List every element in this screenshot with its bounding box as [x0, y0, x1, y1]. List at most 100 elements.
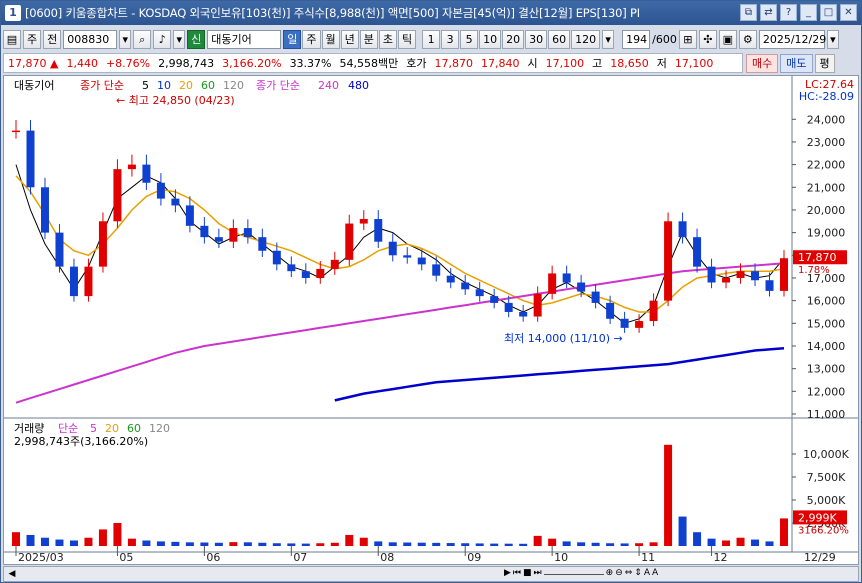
zoom-in-icon[interactable]: ⊕: [606, 568, 614, 578]
tab-interval-60[interactable]: 60: [548, 30, 571, 49]
minimize-icon[interactable]: _: [800, 4, 817, 21]
price-tick-label: 15,000: [807, 317, 846, 330]
flat-button[interactable]: 평: [814, 53, 835, 73]
scroll-right-icon[interactable]: ▶: [504, 568, 511, 578]
chart-icon[interactable]: ▤: [3, 30, 21, 49]
stock-chart[interactable]: 대동기어 종가 단순 5 10 20 60 120 종가 단순 240 480 LC:27.64HC…: [4, 76, 858, 564]
tab-interval-1[interactable]: 1: [422, 30, 441, 49]
legend-ma2-label: 종가 단순: [256, 79, 300, 92]
chevron-down-icon[interactable]: ▾: [602, 30, 615, 49]
low-annotation: 최저 14,000 (11/10) →: [504, 332, 623, 345]
tab-period-1[interactable]: 주: [302, 30, 321, 49]
volume-bar: [258, 542, 267, 546]
candle-body: [432, 264, 441, 276]
code-input[interactable]: 008830: [63, 30, 118, 49]
zoom-slider[interactable]: [543, 568, 604, 575]
scroll-left-icon[interactable]: ◀: [6, 568, 18, 580]
high-label: 고: [592, 57, 603, 70]
settings-grid-icon[interactable]: ⊞: [678, 30, 697, 49]
chart-area[interactable]: 대동기어 종가 단순 5 10 20 60 120 종가 단순 240 480 LC:27.64 HC…: [3, 75, 859, 565]
tab-period-4[interactable]: 분: [359, 30, 378, 49]
volume-bar: [127, 538, 136, 546]
tab-period-0[interactable]: 일: [283, 30, 302, 49]
period-unit-button[interactable]: 주: [23, 30, 42, 49]
open-price: 17,100: [545, 56, 585, 70]
credit-badge: 신: [187, 30, 206, 49]
tab-interval-30[interactable]: 30: [525, 30, 548, 49]
price-summary: 17,870 ▲ 1,440 +8.76% 2,998,743 3,166.20…: [3, 53, 743, 73]
last-icon[interactable]: ⏭: [534, 568, 542, 578]
question-icon[interactable]: ?: [780, 4, 797, 21]
speaker-icon[interactable]: ♪: [153, 30, 172, 49]
tab-period-2[interactable]: 월: [321, 30, 340, 49]
tab-interval-3[interactable]: 3: [441, 30, 460, 49]
prev-button[interactable]: 전: [43, 30, 62, 49]
volume-bar: [345, 534, 354, 546]
price-tick-label: 22,000: [807, 159, 846, 172]
candle-body: [316, 268, 325, 278]
crosshair-icon[interactable]: ✣: [698, 30, 717, 49]
scroll-controls: ▶ ⏮ ■ ⏭ ⊕ ⊖ ⇔ ⇕ A A: [504, 568, 658, 578]
tab-period-3[interactable]: 년: [340, 30, 359, 49]
ask-price-2: 17,840: [481, 56, 520, 70]
volume-bar: [707, 538, 716, 546]
link-icon[interactable]: ⇄: [760, 4, 777, 21]
chart-scrollbar[interactable]: ◀ ▶ ⏮ ■ ⏭ ⊕ ⊖ ⇔ ⇕ A A: [3, 566, 859, 582]
volume-bar: [214, 542, 223, 546]
tab-interval-5[interactable]: 5: [460, 30, 479, 49]
zoom-out-icon[interactable]: ⊖: [615, 568, 623, 578]
calendar-icon[interactable]: ▾: [826, 30, 839, 49]
expand-icon[interactable]: ⇕: [634, 568, 642, 578]
maximize-icon[interactable]: □: [820, 4, 837, 21]
legend-ma-20: 20: [179, 79, 193, 92]
tab-period-6[interactable]: 틱: [398, 30, 417, 49]
buy-button[interactable]: 매수: [746, 53, 779, 73]
chevron-down-icon[interactable]: ▾: [173, 30, 186, 49]
title-bar[interactable]: 1 [0600] 키움종합차트 - KOSDAQ 외국인보유[103(천)] 주…: [1, 1, 861, 25]
first-icon[interactable]: ⏮: [513, 568, 521, 578]
x-tick-label: 05: [119, 551, 133, 564]
volume-bar: [374, 541, 383, 546]
x-tick-label: 09: [467, 551, 481, 564]
volume-bar: [171, 541, 180, 546]
candle-body: [446, 275, 455, 283]
legend-ma-5: 5: [142, 79, 149, 92]
volume-tick-label: 10,000K: [803, 448, 849, 461]
stop-icon[interactable]: ■: [523, 568, 532, 578]
legend-ma-120: 120: [223, 79, 244, 92]
close-icon[interactable]: ✕: [840, 4, 857, 21]
date-input[interactable]: 2025/12/29: [758, 30, 826, 49]
volume-bar: [620, 543, 629, 546]
candle-body: [736, 271, 745, 278]
candle-body: [243, 228, 252, 238]
stock-name-field[interactable]: 대동기어: [207, 30, 282, 49]
price-tick-label: 20,000: [807, 204, 846, 217]
candle-body: [258, 237, 267, 251]
tab-period-5[interactable]: 초: [378, 30, 397, 49]
count-input[interactable]: 194: [622, 30, 651, 49]
chevron-down-icon[interactable]: ▾: [119, 30, 132, 49]
volume-bar: [693, 532, 702, 546]
tab-interval-20[interactable]: 20: [502, 30, 525, 49]
fit-icon[interactable]: ⇔: [625, 568, 633, 578]
candle-body: [591, 291, 600, 303]
font-down-icon[interactable]: A: [652, 568, 658, 578]
window-controls: ⧉ ⇄ ? _ □ ✕: [740, 4, 857, 21]
price-tick-label: 19,000: [807, 227, 846, 240]
low-label: 저: [656, 57, 667, 70]
volume-bar: [55, 539, 64, 546]
search-icon[interactable]: ⌕: [133, 30, 152, 49]
volume-bar: [417, 542, 426, 546]
candle-body: [519, 311, 528, 317]
tab-interval-120[interactable]: 120: [571, 30, 601, 49]
sell-button[interactable]: 매도: [780, 53, 813, 73]
font-up-icon[interactable]: A: [644, 568, 650, 578]
gear-icon[interactable]: ⚙: [738, 30, 757, 49]
candle-body: [504, 302, 513, 312]
volume-bar: [591, 542, 600, 546]
save-icon[interactable]: ▣: [718, 30, 737, 49]
candle-body: [84, 266, 93, 297]
candle-body: [562, 273, 571, 283]
restore-icon[interactable]: ⧉: [740, 4, 757, 21]
tab-interval-10[interactable]: 10: [479, 30, 502, 49]
